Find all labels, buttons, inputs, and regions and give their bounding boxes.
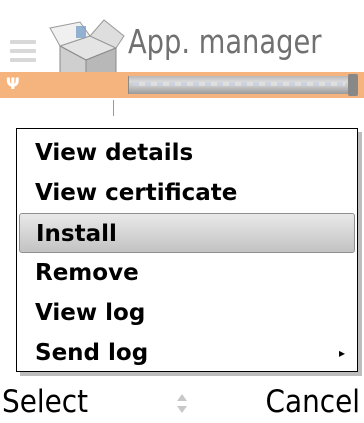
signal-strength-icon <box>10 40 36 70</box>
submenu-arrow-icon: ▸ <box>338 346 345 360</box>
menu-item-remove[interactable]: Remove <box>19 253 355 293</box>
cancel-softkey[interactable]: Cancel <box>265 382 360 423</box>
up-down-scroll-icon <box>177 394 187 413</box>
menu-item-view-certificate[interactable]: View certificate <box>19 173 355 213</box>
menu-item-label: View certificate <box>35 180 238 206</box>
menu-item-view-log[interactable]: View log <box>19 293 355 333</box>
select-softkey[interactable]: Select <box>2 382 88 423</box>
title-bar: App. manager Ψ <box>0 0 364 116</box>
scroll-end-marker <box>348 74 358 96</box>
menu-item-label: Remove <box>35 260 139 286</box>
title-progress-bar <box>128 76 349 94</box>
menu-item-send-log[interactable]: Send log ▸ <box>19 333 355 373</box>
options-menu: View details View certificate Install Re… <box>16 128 358 372</box>
menu-item-install[interactable]: Install <box>19 213 355 253</box>
menu-item-view-details[interactable]: View details <box>19 133 355 173</box>
menu-item-label: Install <box>36 221 117 247</box>
menu-item-label: View details <box>35 140 194 166</box>
divider <box>113 100 114 116</box>
app-title: App. manager <box>128 22 322 61</box>
softkey-bar: Select Cancel <box>0 382 364 423</box>
antenna-icon: Ψ <box>6 74 20 93</box>
menu-item-label: View log <box>35 300 146 326</box>
menu-item-label: Send log <box>35 340 149 366</box>
